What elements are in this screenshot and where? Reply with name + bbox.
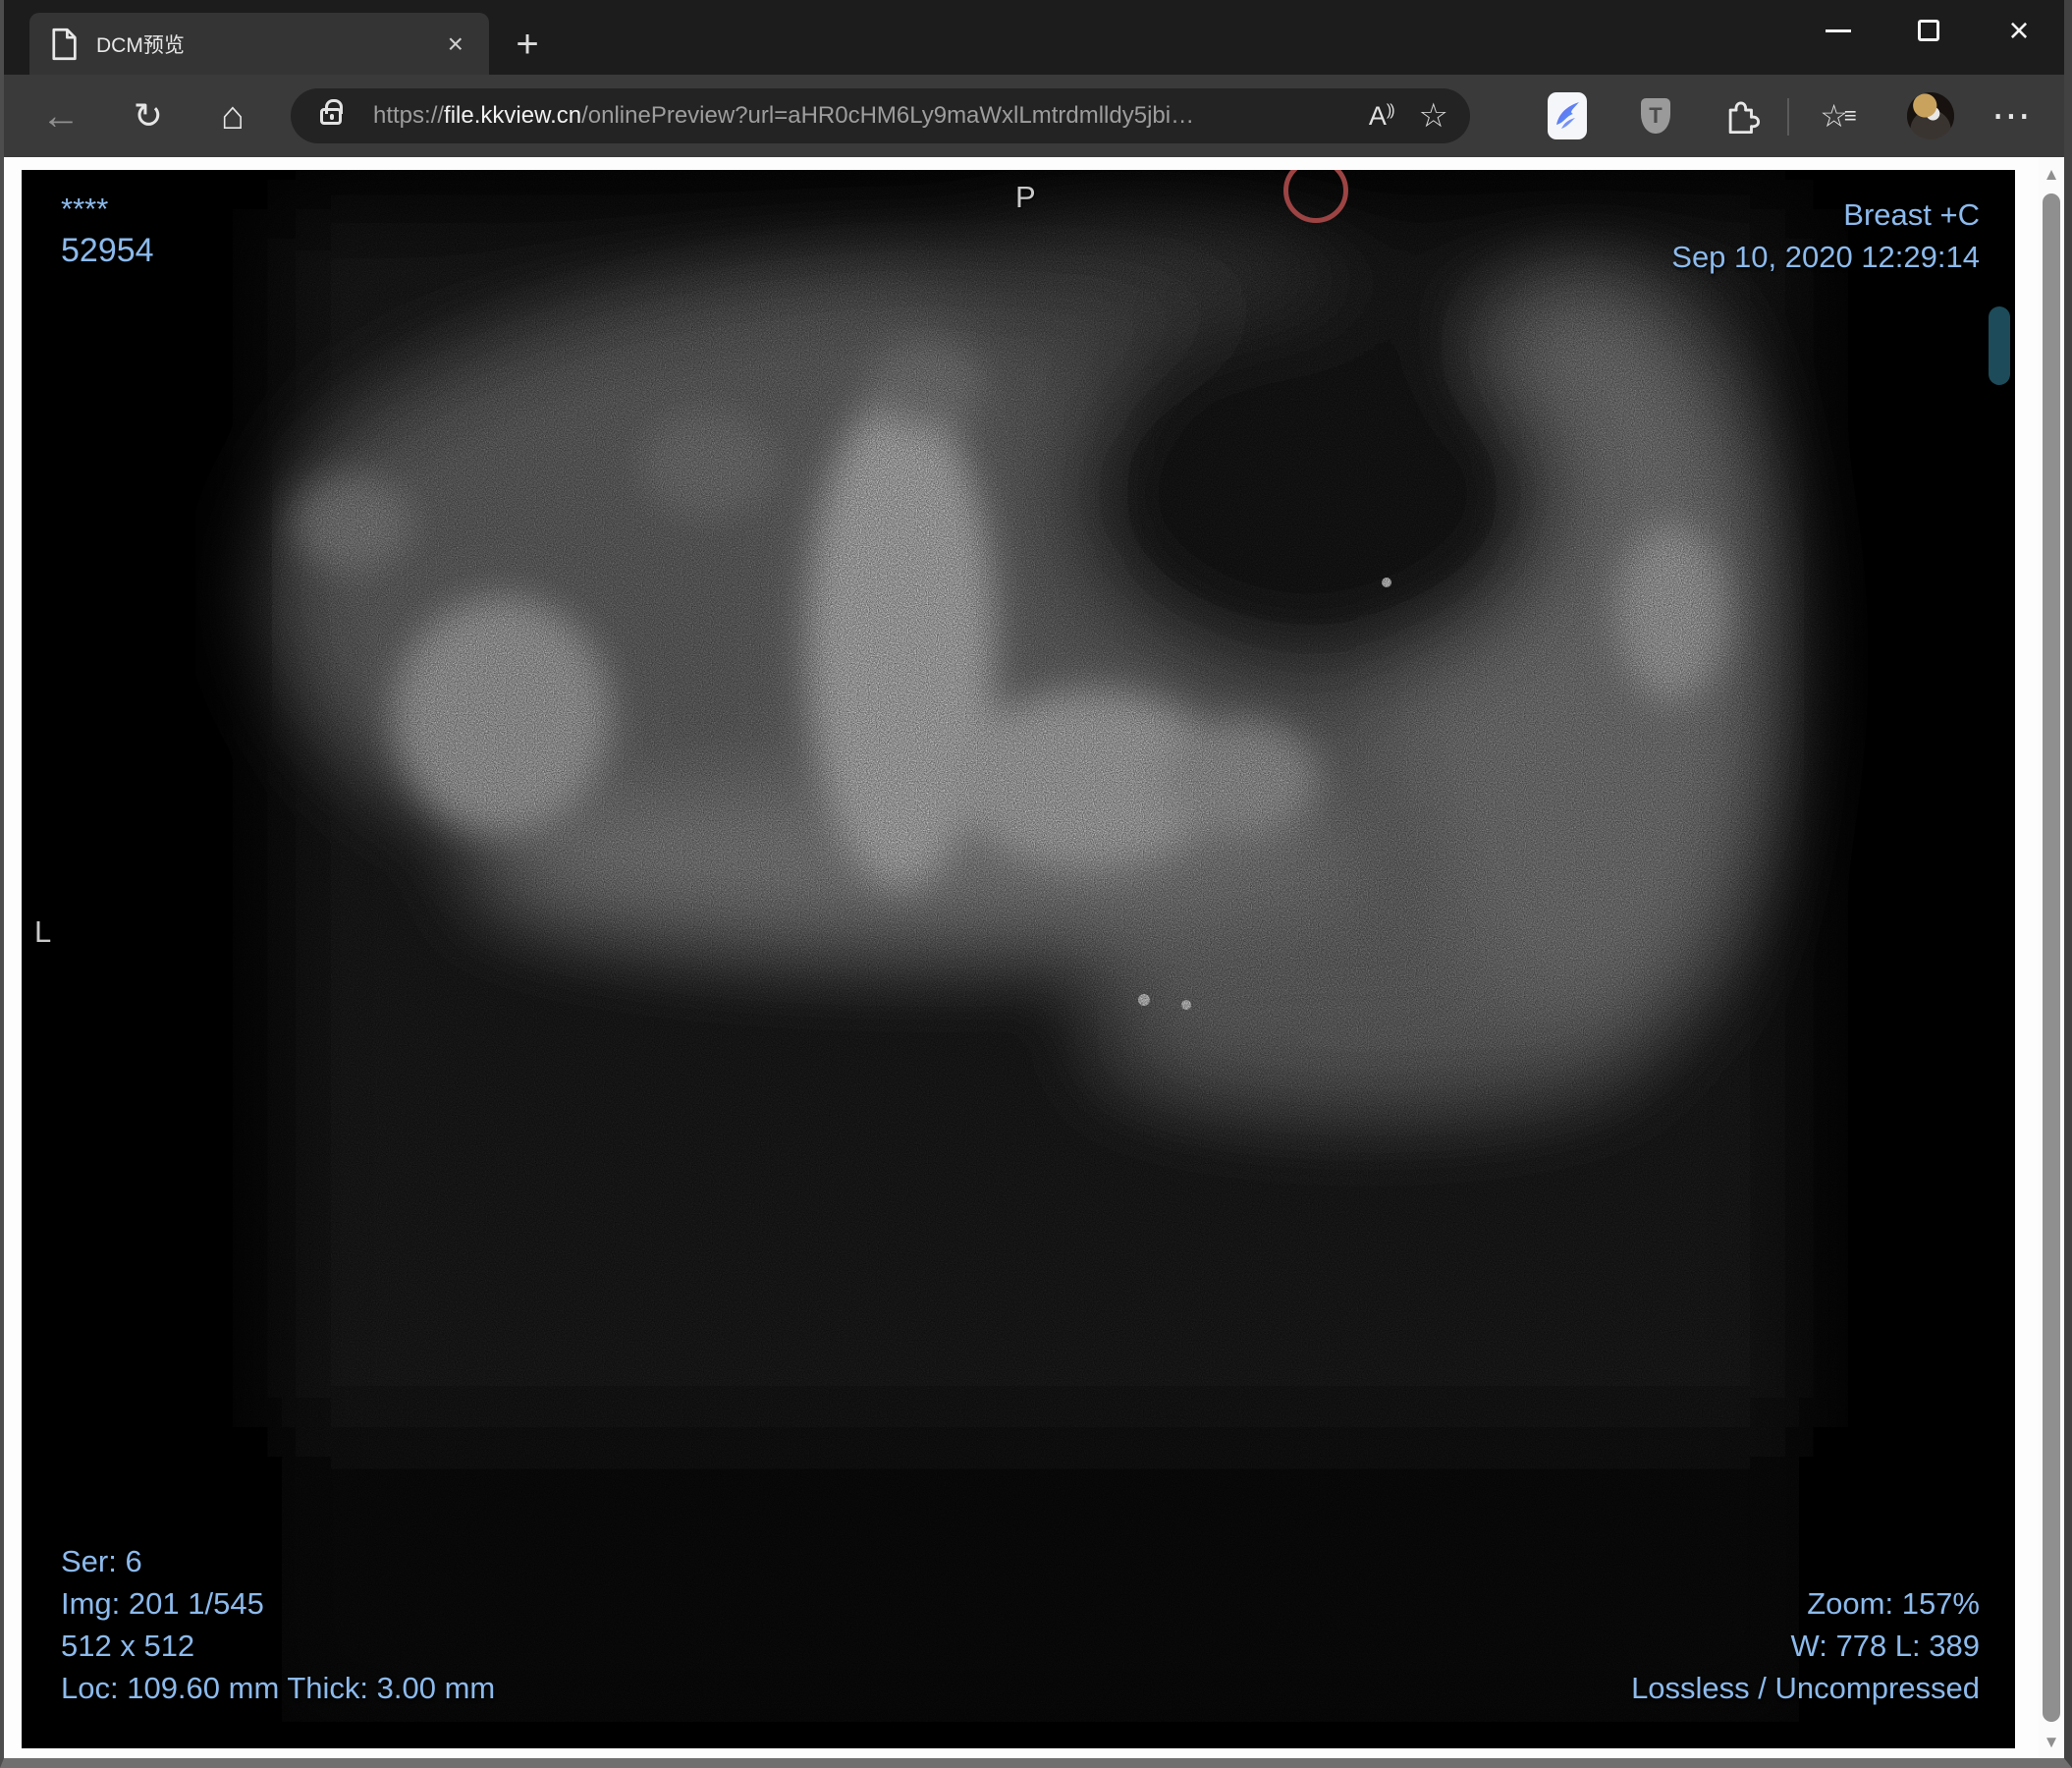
close-button[interactable]: × [1974, 0, 2064, 61]
window-controls: × [1793, 0, 2064, 61]
tab-close-icon[interactable]: × [442, 29, 469, 58]
puzzle-icon [1728, 101, 1761, 135]
zoom-level: Zoom: 157% [1807, 1586, 1980, 1621]
collections-button[interactable]: ☆ ≡ [1811, 75, 1866, 157]
maximize-button[interactable] [1883, 0, 1974, 61]
dicom-canvas[interactable]: **** 52954 Breast +C Sep 10, 2020 12:29:… [22, 170, 2015, 1748]
lock-icon[interactable] [320, 98, 343, 125]
scrollbar-thumb[interactable] [2043, 193, 2060, 1722]
new-tab-button[interactable]: + [503, 20, 552, 69]
address-bar-actions: A)) ☆ [1369, 96, 1448, 136]
profile-avatar[interactable] [1907, 92, 1954, 139]
browser-toolbar: ← ↻ ⌂ https://file.kkview.cn/onlinePrevi… [4, 75, 2064, 157]
url-host: file.kkview.cn [444, 102, 582, 129]
browser-window: DCM预览 × + × ← ↻ ⌂ https://file.kkview.cn… [0, 0, 2072, 1768]
collections-lines-icon: ≡ [1843, 103, 1857, 128]
patient-id: 52954 [61, 232, 154, 269]
url-protocol: https:// [373, 102, 445, 129]
settings-menu-button[interactable]: ⋯ [1984, 75, 2039, 157]
home-icon[interactable]: ⌂ [203, 75, 262, 157]
extensions-button[interactable] [1715, 75, 1770, 157]
scrollbar-down-icon[interactable]: ▼ [2039, 1733, 2064, 1752]
orientation-marker-left: L [34, 914, 52, 949]
back-icon[interactable]: ← [31, 75, 90, 157]
url-path: /onlinePreview?url=aHR0cHM6Ly9maWxlLmtrd… [581, 102, 1195, 129]
tab-strip: DCM预览 × + × [4, 0, 2064, 75]
document-favicon-icon [52, 28, 77, 60]
mri-image [272, 199, 1804, 1732]
series-number: Ser: 6 [61, 1544, 142, 1578]
study-datetime: Sep 10, 2020 12:29:14 [1671, 240, 1980, 274]
window-level: W: 778 L: 389 [1790, 1629, 1980, 1663]
slice-scroll-indicator[interactable] [1989, 306, 2010, 385]
overlay-series-info: Ser: 6 Img: 201 1/545 512 x 512 Loc: 109… [61, 1540, 495, 1709]
refresh-icon[interactable]: ↻ [119, 75, 178, 157]
minimize-icon [1826, 28, 1851, 32]
page-content: **** 52954 Breast +C Sep 10, 2020 12:29:… [4, 157, 2064, 1758]
address-bar[interactable]: https://file.kkview.cn/onlinePreview?url… [291, 88, 1470, 143]
close-icon: × [2008, 10, 2030, 50]
maximize-icon [1918, 20, 1939, 41]
slice-location: Loc: 109.60 mm Thick: 3.00 mm [61, 1671, 496, 1705]
page-scrollbar[interactable]: ▲ ▼ [2039, 157, 2064, 1758]
patient-name-masked: **** [61, 192, 109, 226]
scrollbar-up-icon[interactable]: ▲ [2039, 165, 2064, 185]
tab-title: DCM预览 [96, 33, 185, 57]
orientation-marker-posterior: P [1015, 180, 1036, 214]
shield-t-icon: T [1641, 98, 1670, 134]
study-description: Breast +C [1843, 197, 1980, 232]
overlay-display-info: Zoom: 157% W: 778 L: 389 Lossless / Unco… [1631, 1582, 1980, 1709]
tab-dcm-preview[interactable]: DCM预览 × [29, 13, 489, 75]
image-number: Img: 201 1/545 [61, 1586, 264, 1621]
overlay-patient: **** 52954 [61, 188, 154, 272]
minimize-button[interactable] [1793, 0, 1883, 61]
image-matrix: 512 x 512 [61, 1629, 195, 1663]
read-aloud-icon[interactable]: A)) [1369, 101, 1395, 132]
download-extension-button[interactable] [1540, 75, 1595, 157]
overlay-study: Breast +C Sep 10, 2020 12:29:14 [1671, 193, 1980, 278]
compression-info: Lossless / Uncompressed [1631, 1671, 1980, 1705]
url-text[interactable]: https://file.kkview.cn/onlinePreview?url… [373, 102, 1369, 130]
toolbar-divider [1787, 98, 1789, 136]
favorite-star-icon[interactable]: ☆ [1419, 96, 1448, 136]
bird-extension-icon [1548, 92, 1587, 139]
script-extension-button[interactable]: T [1628, 75, 1683, 157]
